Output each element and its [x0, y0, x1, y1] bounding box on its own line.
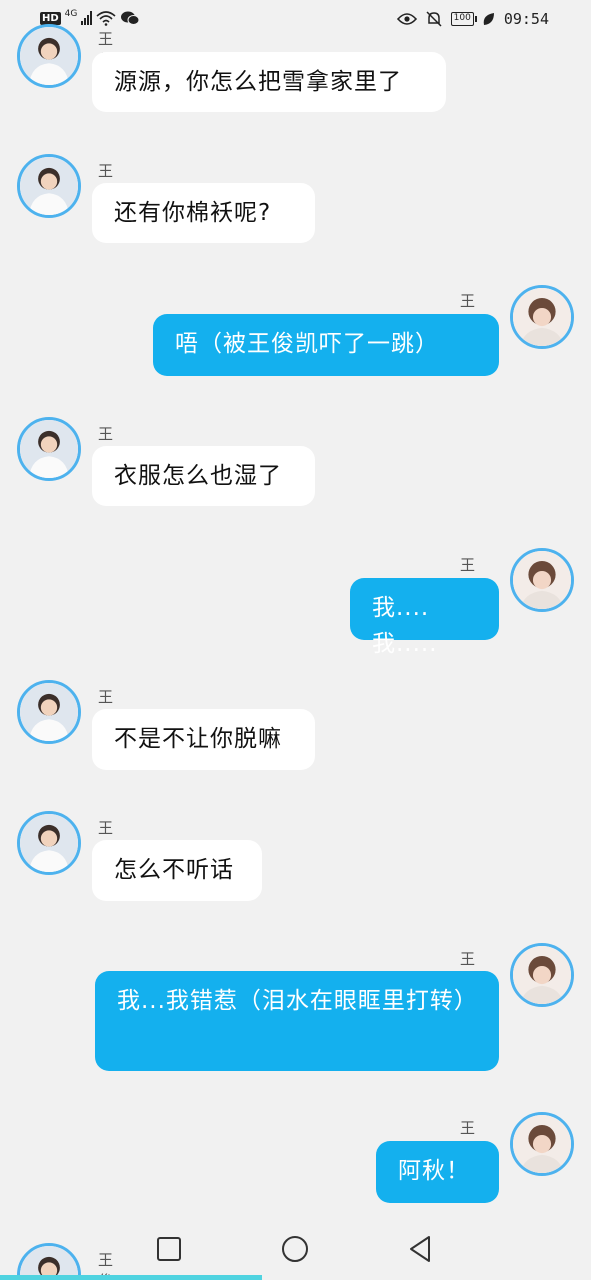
- avatar[interactable]: [510, 285, 574, 349]
- avatar[interactable]: [17, 24, 81, 88]
- signal-icon: [81, 11, 93, 25]
- avatar[interactable]: [510, 943, 574, 1007]
- progress-line: [0, 1275, 262, 1280]
- clock: 09:54: [503, 10, 549, 28]
- status-bar: HD 4G 100 09:54: [0, 0, 591, 38]
- avatar[interactable]: [17, 680, 81, 744]
- eye-icon: [396, 13, 417, 25]
- message-bubble[interactable]: 唔（被王俊凯吓了一跳）: [153, 314, 499, 376]
- home-icon[interactable]: [277, 1231, 313, 1267]
- wifi-icon: [96, 11, 116, 26]
- message-bubble[interactable]: 怎么不听话: [92, 840, 262, 901]
- avatar[interactable]: [510, 1112, 574, 1176]
- avatar[interactable]: [510, 548, 574, 612]
- mute-bell-icon: [426, 11, 442, 27]
- navigation-bar: [0, 1220, 591, 1280]
- message-bubble[interactable]: 源源，你怎么把雪拿家里了: [92, 52, 446, 112]
- avatar[interactable]: [17, 811, 81, 875]
- recent-apps-icon[interactable]: [151, 1231, 187, 1267]
- leaf-icon: [483, 13, 494, 25]
- message-bubble[interactable]: 不是不让你脱嘛: [92, 709, 315, 770]
- message-bubble[interactable]: 阿秋！: [376, 1141, 499, 1203]
- message-bubble[interactable]: 衣服怎么也湿了: [92, 446, 315, 506]
- hd-badge: HD: [40, 11, 61, 25]
- message-bubble[interactable]: 我....我.....: [350, 578, 499, 657]
- battery-icon: 100: [450, 12, 478, 26]
- network-type: 4G: [64, 9, 78, 19]
- back-icon[interactable]: [402, 1231, 438, 1267]
- message-bubble[interactable]: 我...我错惹（泪水在眼眶里打转）: [95, 971, 499, 1071]
- wechat-icon: [121, 11, 140, 25]
- avatar[interactable]: [17, 154, 81, 218]
- message-bubble[interactable]: 还有你棉袄呢?: [92, 183, 315, 243]
- avatar[interactable]: [17, 417, 81, 481]
